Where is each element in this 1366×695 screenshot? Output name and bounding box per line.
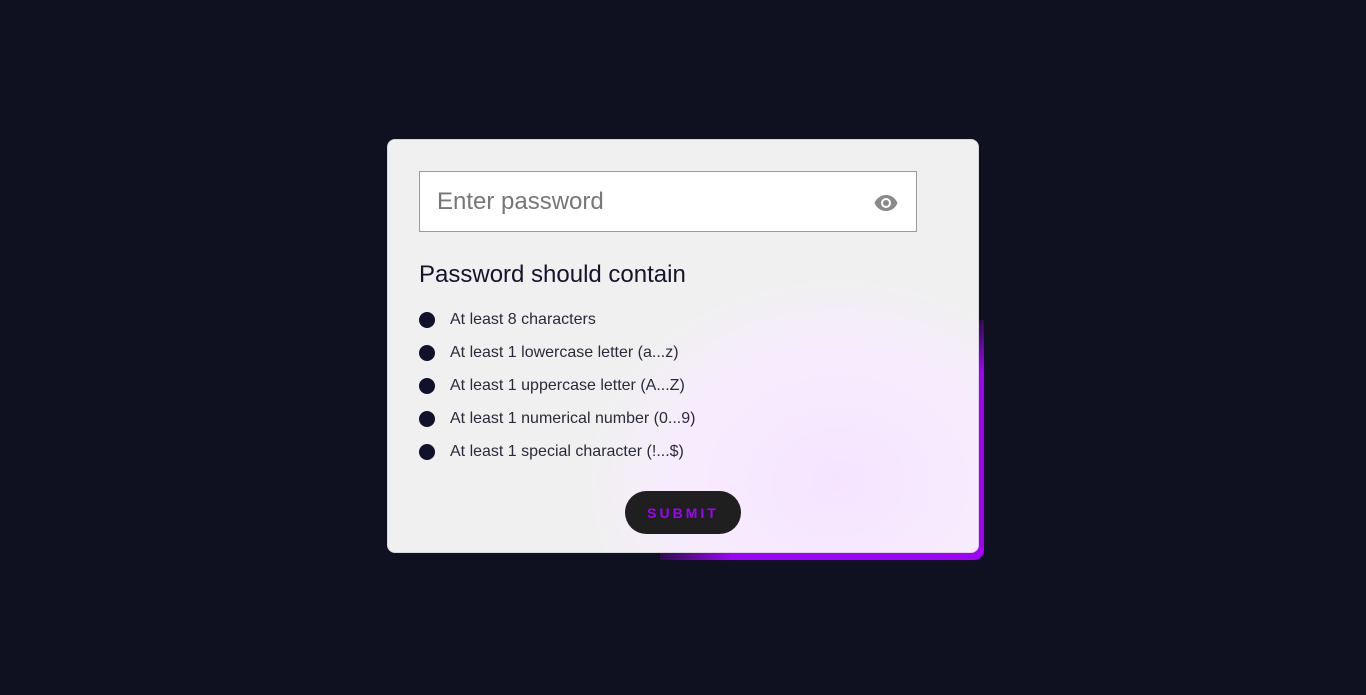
- eye-icon[interactable]: [874, 194, 898, 212]
- requirement-label: At least 1 numerical number (0...9): [450, 409, 696, 427]
- requirement-item: At least 1 special character (!...$): [419, 435, 695, 468]
- page: Password should contain At least 8 chara…: [0, 0, 1366, 695]
- password-field-wrapper: [419, 171, 917, 232]
- requirement-label: At least 1 lowercase letter (a...z): [450, 343, 679, 361]
- requirement-item: At least 1 lowercase letter (a...z): [419, 336, 695, 369]
- status-dot-icon: [419, 410, 435, 427]
- status-dot-icon: [419, 344, 435, 361]
- requirement-item: At least 8 characters: [419, 303, 695, 336]
- password-card: Password should contain At least 8 chara…: [387, 139, 979, 553]
- requirement-label: At least 1 special character (!...$): [450, 442, 684, 460]
- requirements-list: At least 8 characters At least 1 lowerca…: [419, 303, 695, 468]
- requirement-item: At least 1 numerical number (0...9): [419, 402, 695, 435]
- status-dot-icon: [419, 443, 435, 460]
- requirement-label: At least 1 uppercase letter (A...Z): [450, 376, 685, 394]
- requirement-label: At least 8 characters: [450, 310, 596, 328]
- submit-button[interactable]: SUBMIT: [625, 491, 741, 534]
- requirements-title: Password should contain: [419, 261, 686, 288]
- status-dot-icon: [419, 377, 435, 394]
- status-dot-icon: [419, 311, 435, 328]
- password-input[interactable]: [420, 172, 860, 231]
- requirement-item: At least 1 uppercase letter (A...Z): [419, 369, 695, 402]
